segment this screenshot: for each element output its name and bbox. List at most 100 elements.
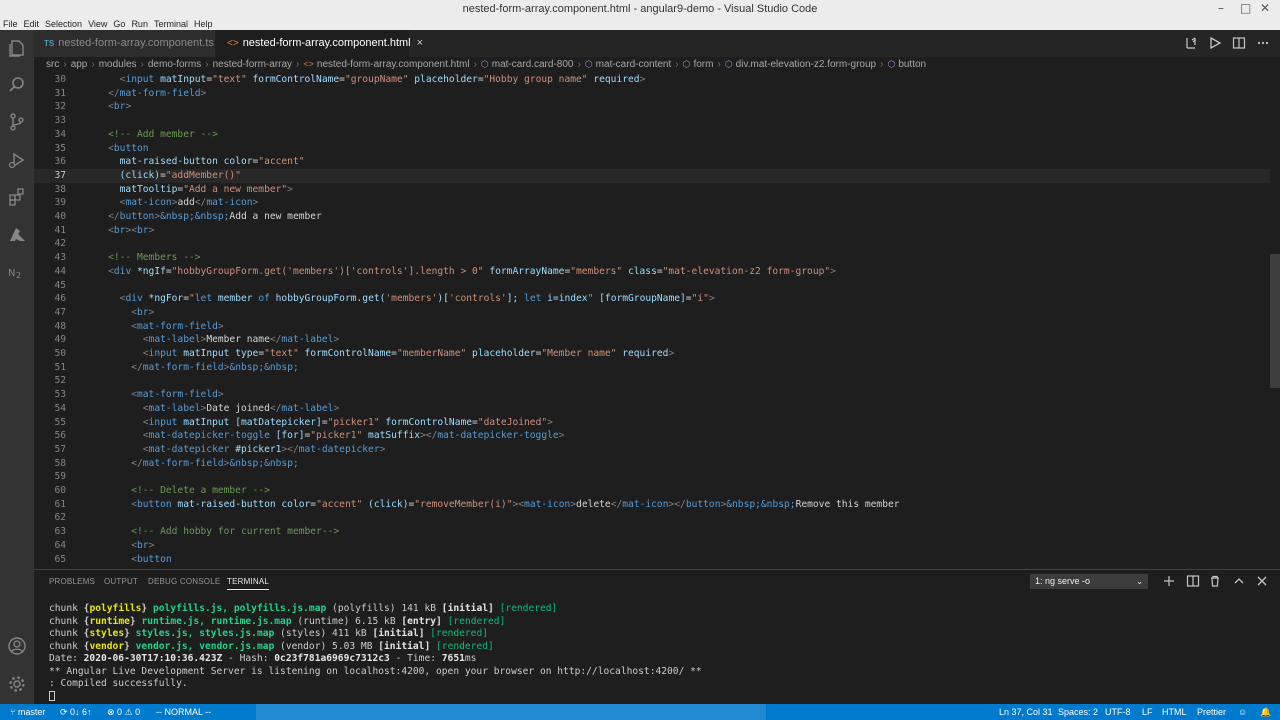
code-line[interactable]: 38 matTooltip="Add a new member"> xyxy=(34,183,1270,197)
run-icon[interactable] xyxy=(1208,36,1222,50)
code-line[interactable]: 44 <div *ngIf="hobbyGroupForm.get('membe… xyxy=(34,265,1270,279)
new-terminal-icon[interactable] xyxy=(1162,574,1176,588)
trash-icon[interactable] xyxy=(1208,574,1222,588)
code-line[interactable]: 57 <mat-datepicker #picker1></mat-datepi… xyxy=(34,443,1270,457)
code-text: </mat-form-field>&nbsp;&nbsp; xyxy=(131,457,299,469)
editor-scrollbar[interactable] xyxy=(1270,72,1280,566)
code-line[interactable]: 34 <!-- Add member --> xyxy=(34,128,1270,142)
code-line[interactable]: 45 xyxy=(34,279,1270,293)
run-debug-icon[interactable] xyxy=(7,150,27,170)
code-line[interactable]: 36 mat-raised-button color="accent" xyxy=(34,155,1270,169)
code-text: <!-- Add member --> xyxy=(108,128,218,140)
end-of-line[interactable]: LF xyxy=(1142,704,1153,720)
code-line[interactable]: 35 <button xyxy=(34,142,1270,156)
code-line[interactable]: 43 <!-- Members --> xyxy=(34,251,1270,265)
language-mode[interactable]: HTML xyxy=(1162,704,1187,720)
split-editor-icon[interactable] xyxy=(1232,36,1246,50)
code-line[interactable]: 59 xyxy=(34,470,1270,484)
search-icon[interactable] xyxy=(7,75,27,95)
code-line[interactable]: 64 <br> xyxy=(34,539,1270,553)
tab-terminal[interactable]: TERMINAL xyxy=(227,577,270,590)
encoding[interactable]: UTF-8 xyxy=(1105,704,1131,720)
indentation[interactable]: Spaces: 2 xyxy=(1058,704,1098,720)
code-line[interactable]: 40 </button>&nbsp;&nbsp;Add a new member xyxy=(34,210,1270,224)
menu-file[interactable]: File xyxy=(0,19,21,30)
breadcrumb-item[interactable]: demo-forms xyxy=(148,59,201,70)
menu-view[interactable]: View xyxy=(85,19,110,30)
split-terminal-icon[interactable] xyxy=(1186,574,1200,588)
code-line[interactable]: 48 <mat-form-field> xyxy=(34,320,1270,334)
code-line[interactable]: 61 <button mat-raised-button color="acce… xyxy=(34,498,1270,512)
code-editor[interactable]: 30 <input matInput="text" formControlNam… xyxy=(34,72,1280,566)
azure-icon[interactable] xyxy=(7,225,27,245)
code-line[interactable]: 33 xyxy=(34,114,1270,128)
close-window-icon[interactable]: ✕ xyxy=(1260,1,1270,15)
menu-go[interactable]: Go xyxy=(110,19,128,30)
breadcrumb-item[interactable]: mat-card-content xyxy=(596,59,672,70)
settings-gear-icon[interactable] xyxy=(7,674,27,694)
breadcrumb-item[interactable]: nested-form-array.component.html xyxy=(317,59,470,70)
maximize-icon[interactable]: □ xyxy=(1240,1,1251,15)
breadcrumb-item[interactable]: form xyxy=(693,59,713,70)
account-icon[interactable] xyxy=(7,636,27,656)
code-line[interactable]: 62 xyxy=(34,511,1270,525)
code-line[interactable]: 58 </mat-form-field>&nbsp;&nbsp; xyxy=(34,457,1270,471)
code-line[interactable]: 52 xyxy=(34,374,1270,388)
extensions-icon[interactable] xyxy=(7,187,27,207)
tab-component-ts[interactable]: TS nested-form-array.component.ts xyxy=(34,30,215,57)
explorer-icon[interactable] xyxy=(7,38,27,58)
code-line[interactable]: 60 <!-- Delete a member --> xyxy=(34,484,1270,498)
code-line[interactable]: 41 <br><br> xyxy=(34,224,1270,238)
code-line[interactable]: 32 <br> xyxy=(34,100,1270,114)
open-changes-icon[interactable] xyxy=(1184,36,1198,50)
code-line[interactable]: 30 <input matInput="text" formControlNam… xyxy=(34,73,1270,87)
code-line[interactable]: 31 </mat-form-field> xyxy=(34,87,1270,101)
code-line[interactable]: 47 <br> xyxy=(34,306,1270,320)
code-line[interactable]: 56 <mat-datepicker-toggle [for]="picker1… xyxy=(34,429,1270,443)
code-line[interactable]: 39 <mat-icon>add</mat-icon> xyxy=(34,196,1270,210)
code-line[interactable]: 65 <button xyxy=(34,553,1270,567)
breadcrumb-item[interactable]: div.mat-elevation-z2.form-group xyxy=(736,59,876,70)
code-line[interactable]: 51 </mat-form-field>&nbsp;&nbsp; xyxy=(34,361,1270,375)
breadcrumb-item[interactable]: button xyxy=(898,59,926,70)
menu-edit[interactable]: Edit xyxy=(21,19,43,30)
breadcrumb-item[interactable]: app xyxy=(71,59,88,70)
menu-selection[interactable]: Selection xyxy=(42,19,85,30)
terminal-select[interactable]: 1: ng serve -o ⌄ xyxy=(1030,574,1148,589)
notebook-icon[interactable]: N2 xyxy=(7,262,27,282)
scrollbar-thumb[interactable] xyxy=(1270,254,1280,388)
notifications-icon[interactable]: 🔔 xyxy=(1260,704,1271,720)
code-line[interactable]: 53 <mat-form-field> xyxy=(34,388,1270,402)
cursor-position[interactable]: Ln 37, Col 31 xyxy=(999,704,1053,720)
tab-output[interactable]: OUTPUT xyxy=(104,577,138,586)
source-control-icon[interactable] xyxy=(7,112,27,132)
breadcrumb-item[interactable]: nested-form-array xyxy=(213,59,292,70)
chevron-up-icon[interactable] xyxy=(1232,574,1246,588)
tab-problems[interactable]: PROBLEMS xyxy=(49,577,95,586)
code-line[interactable]: 42 xyxy=(34,237,1270,251)
feedback-icon[interactable]: ☺ xyxy=(1238,704,1247,720)
code-line[interactable]: 46 <div *ngFor="let member of hobbyGroup… xyxy=(34,292,1270,306)
menu-terminal[interactable]: Terminal xyxy=(151,19,191,30)
tab-component-html[interactable]: <> nested-form-array.component.html × xyxy=(215,30,423,57)
menu-run[interactable]: Run xyxy=(128,19,151,30)
code-line[interactable]: 50 <input matInput type="text" formContr… xyxy=(34,347,1270,361)
close-panel-icon[interactable] xyxy=(1255,574,1269,588)
tab-close-icon[interactable]: × xyxy=(417,37,423,49)
problems-count[interactable]: ⊗ 0 ⚠ 0 xyxy=(107,704,140,720)
tab-debug-console[interactable]: DEBUG CONSOLE xyxy=(148,577,220,586)
git-branch[interactable]: ⑂ master xyxy=(10,704,45,720)
breadcrumb-item[interactable]: src xyxy=(46,59,59,70)
code-line[interactable]: 49 <mat-label>Member name</mat-label> xyxy=(34,333,1270,347)
code-line[interactable]: 37 (click)="addMember()" xyxy=(34,168,1270,183)
git-sync[interactable]: ⟳ 0↓ 6↑ xyxy=(60,704,92,720)
more-actions-icon[interactable] xyxy=(1256,36,1270,50)
menu-help[interactable]: Help xyxy=(191,19,216,30)
minimize-icon[interactable]: – xyxy=(1218,1,1224,15)
breadcrumb-item[interactable]: mat-card.card-800 xyxy=(492,59,574,70)
code-line[interactable]: 54 <mat-label>Date joined</mat-label> xyxy=(34,402,1270,416)
code-line[interactable]: 63 <!-- Add hobby for current member--> xyxy=(34,525,1270,539)
prettier-status[interactable]: Prettier xyxy=(1197,704,1226,720)
code-line[interactable]: 55 <input matInput [matDatepicker]="pick… xyxy=(34,416,1270,430)
breadcrumb-item[interactable]: modules xyxy=(99,59,137,70)
